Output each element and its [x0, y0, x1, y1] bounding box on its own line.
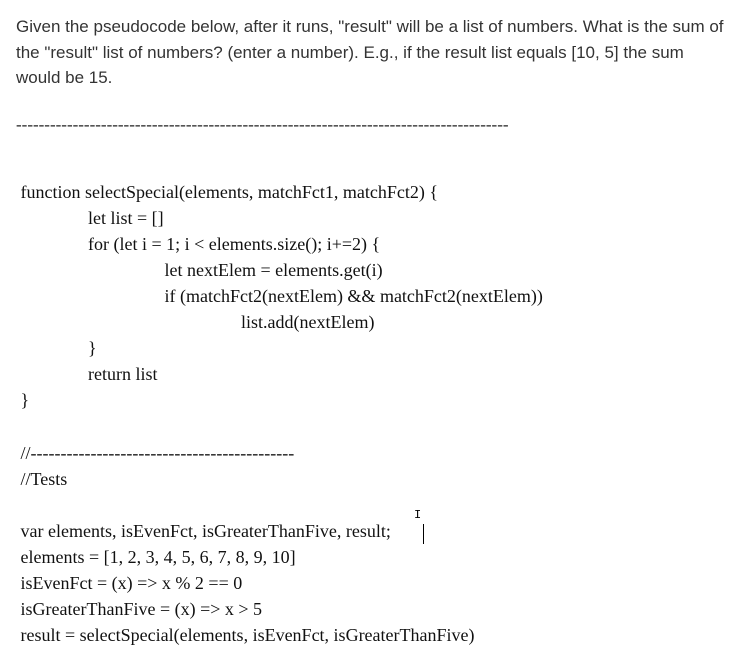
code-line: function selectSpecial(elements, matchFc… [16, 182, 438, 202]
code-line: } [16, 338, 97, 358]
code-line: } [16, 390, 29, 410]
text-cursor-i-icon: I [414, 507, 421, 524]
code-line: isGreaterThanFive = (x) => x > 5 [16, 599, 262, 619]
code-line: let list = [] [16, 208, 164, 228]
code-line: //--------------------------------------… [16, 443, 294, 463]
code-line: //Tests [16, 469, 67, 489]
code-line: isEvenFct = (x) => x % 2 == 0 [16, 573, 242, 593]
code-line: return list [16, 364, 158, 384]
text-cursor-bar [423, 524, 424, 544]
divider-dashes: ----------------------------------------… [16, 115, 725, 135]
code-line: list.add(nextElem) [16, 312, 374, 332]
question-prompt: Given the pseudocode below, after it run… [16, 14, 725, 91]
code-line: if (matchFct2(nextElem) && matchFct2(nex… [16, 286, 543, 306]
code-line-caret: I var elements, isEvenFct, isGreaterThan… [16, 521, 391, 541]
code-line: let nextElem = elements.get(i) [16, 260, 383, 280]
question-page: Given the pseudocode below, after it run… [0, 0, 741, 668]
code-line: elements = [1, 2, 3, 4, 5, 6, 7, 8, 9, 1… [16, 547, 296, 567]
code-line: for (let i = 1; i < elements.size(); i+=… [16, 234, 380, 254]
code-line: var elements, isEvenFct, isGreaterThanFi… [16, 521, 391, 541]
code-line: result = selectSpecial(elements, isEvenF… [16, 625, 475, 645]
pseudocode-block: function selectSpecial(elements, matchFc… [16, 153, 725, 649]
